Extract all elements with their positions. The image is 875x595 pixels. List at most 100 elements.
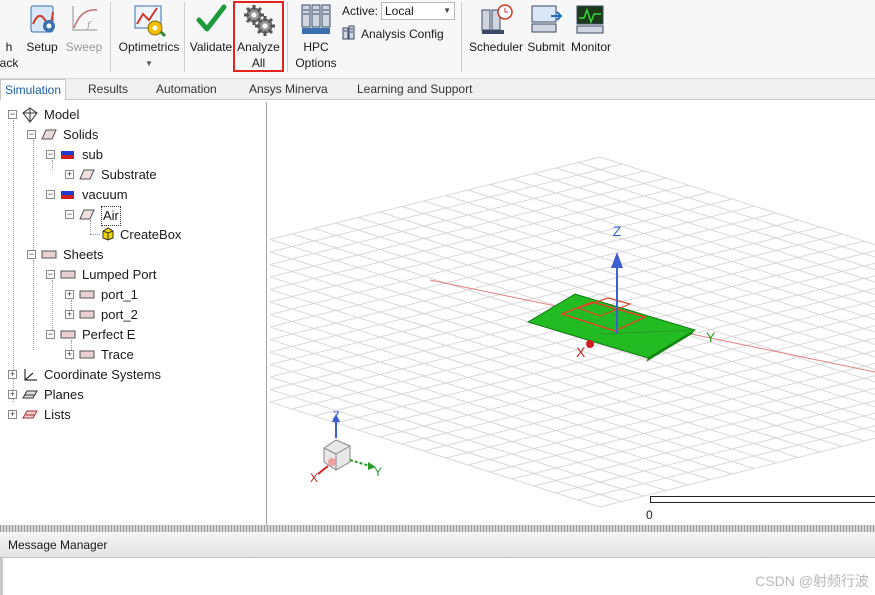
setup-icon	[25, 2, 59, 40]
expand-icon[interactable]: +	[65, 310, 74, 319]
collapse-icon[interactable]: −	[27, 250, 36, 259]
material-icon	[59, 187, 77, 206]
tree-label-coordinate-systems: Coordinate Systems	[44, 367, 162, 382]
tab-automation[interactable]: Automation	[156, 79, 217, 100]
tree-line	[33, 140, 34, 250]
tree-label-trace: Trace	[101, 347, 134, 362]
collapse-icon[interactable]: −	[27, 130, 36, 139]
active-label: Active:	[342, 4, 379, 18]
scheduler-button[interactable]: Scheduler	[468, 0, 524, 72]
submit-label: Submit	[527, 40, 565, 54]
monitor-icon	[574, 2, 608, 40]
createbox-icon	[101, 227, 115, 246]
analysis-config-label: Analysis Config	[361, 27, 444, 42]
tree-label-port-2: port_2	[101, 307, 138, 322]
grid-line	[270, 401, 601, 508]
scale-bar	[650, 496, 875, 503]
hpc-servers-icon	[299, 2, 333, 40]
checkmark-icon	[194, 2, 228, 40]
ribbon-separator	[110, 2, 111, 72]
sweep-label: Sweep	[65, 40, 103, 54]
tree-line	[52, 160, 53, 170]
tree-line	[52, 280, 53, 330]
monitor-button[interactable]: Monitor	[568, 0, 614, 72]
validate-button[interactable]: Validate	[188, 0, 234, 72]
hpc-label-2: Options	[295, 56, 337, 70]
collapse-icon[interactable]: −	[65, 210, 74, 219]
sheet-icon	[59, 267, 77, 286]
hpc-options-button[interactable]: HPC Options	[292, 0, 340, 72]
expand-icon[interactable]: +	[8, 390, 17, 399]
setup-button[interactable]: Setup	[22, 0, 62, 72]
monitor-label: Monitor	[570, 40, 611, 54]
grid-line	[270, 301, 777, 464]
axis-label-x: X	[576, 344, 586, 360]
solid-folder-icon	[40, 127, 58, 146]
collapse-icon[interactable]: −	[46, 190, 55, 199]
expand-icon[interactable]: +	[65, 350, 74, 359]
expand-icon[interactable]: +	[8, 410, 17, 419]
tree-label-perfect-e: Perfect E	[82, 327, 136, 342]
tree-line	[13, 120, 14, 402]
collapse-icon[interactable]: −	[46, 150, 55, 159]
grid-line	[270, 288, 799, 458]
expand-icon[interactable]: +	[65, 170, 74, 179]
ribbon-separator	[184, 2, 185, 72]
tree-line	[33, 260, 34, 350]
analysis-config-icon	[342, 25, 358, 45]
coordinate-system-icon	[21, 367, 39, 388]
validate-label: Validate	[189, 40, 233, 54]
active-value: Local	[385, 4, 414, 18]
z-arrow-head-icon	[611, 252, 623, 268]
triad-label-y: Y	[374, 465, 382, 479]
chevron-down-icon: ▼	[443, 6, 451, 15]
collapse-icon[interactable]: −	[46, 270, 55, 279]
lists-icon	[21, 407, 39, 426]
panel-splitter[interactable]	[0, 525, 875, 532]
sheet-icon	[78, 347, 96, 366]
tree-label-createbox: CreateBox	[120, 227, 182, 242]
grid-line	[445, 195, 875, 333]
grid-line	[270, 219, 799, 353]
launch-back-button[interactable]: h ack	[0, 0, 22, 72]
analysis-config-button[interactable]: Analysis Config	[342, 25, 444, 45]
triad-label-x: X	[310, 471, 318, 485]
collapse-icon[interactable]: −	[8, 110, 17, 119]
collapse-icon[interactable]: −	[46, 330, 55, 339]
scheduler-label: Scheduler	[468, 40, 524, 54]
scheduler-icon	[479, 2, 513, 40]
tree-label-sub: sub	[82, 147, 103, 162]
tree-label-sheets: Sheets	[63, 247, 104, 262]
submit-button[interactable]: Submit	[524, 0, 568, 72]
modeler-viewport[interactable]: Z Y X Z Y X 0	[270, 102, 875, 525]
setup-label: Setup	[26, 40, 58, 54]
material-icon	[59, 147, 77, 166]
model-tree: − Model − Solids − sub + Substrate − vac…	[0, 102, 267, 525]
message-manager-title: Message Manager	[0, 532, 875, 558]
planes-icon	[21, 387, 39, 406]
axis-label-y: Y	[706, 329, 716, 345]
expand-icon[interactable]: +	[65, 290, 74, 299]
model-icon	[21, 107, 39, 128]
expand-icon[interactable]: +	[8, 370, 17, 379]
optimetrics-button[interactable]: Optimetrics ▼	[116, 0, 182, 72]
solid-icon	[78, 167, 96, 186]
optimetrics-label: Optimetrics	[118, 40, 180, 54]
axis-label-z: Z	[613, 223, 622, 239]
sweep-button[interactable]: f Sweep	[64, 0, 104, 72]
active-dropdown[interactable]: Local ▼	[381, 2, 455, 20]
tree-label-model: Model	[44, 107, 80, 122]
tree-label-port-1: port_1	[101, 287, 138, 302]
tab-learning-and-support[interactable]: Learning and Support	[357, 79, 472, 100]
sheet-icon	[40, 247, 58, 266]
tab-ansys-minerva[interactable]: Ansys Minerva	[249, 79, 328, 100]
ribbon-separator	[461, 2, 462, 72]
watermark-text: CSDN @射频行波	[755, 573, 869, 589]
tree-label-planes: Planes	[44, 387, 84, 402]
tab-simulation[interactable]: Simulation	[0, 79, 67, 100]
tab-results[interactable]: Results	[88, 79, 128, 100]
tree-label-lumped-port: Lumped Port	[82, 267, 157, 282]
message-manager-panel	[0, 558, 875, 595]
highlight-box	[233, 1, 284, 72]
tree-label-lists: Lists	[44, 407, 71, 422]
